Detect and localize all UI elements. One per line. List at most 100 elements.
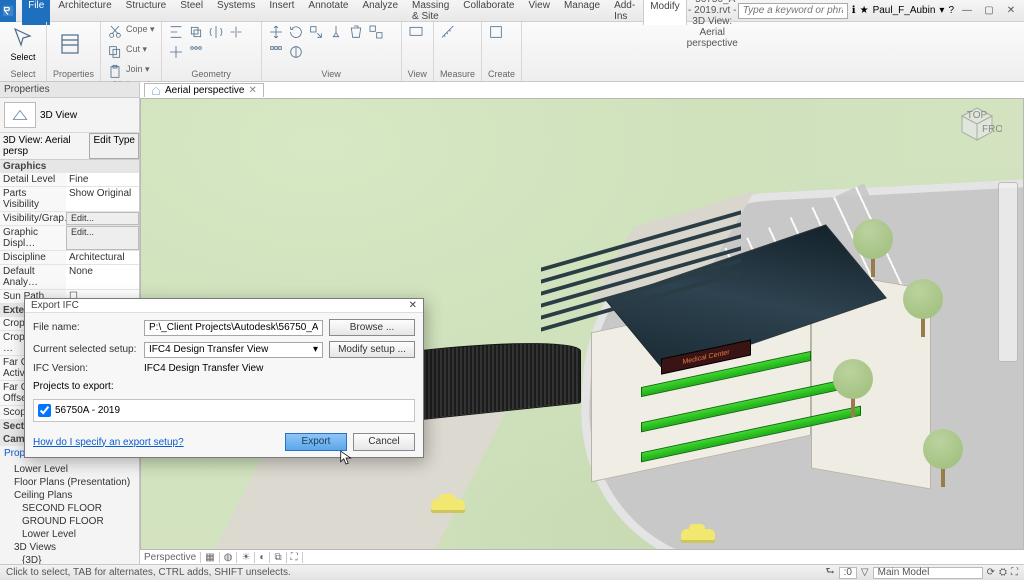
paste-icon[interactable] <box>107 64 123 80</box>
navigation-bar[interactable] <box>998 182 1018 362</box>
view-scale[interactable]: Perspective <box>144 552 201 563</box>
user-dropdown-icon[interactable]: ▾ <box>939 5 944 16</box>
projects-list: 56750A - 2019 <box>33 399 415 422</box>
project-checkbox[interactable] <box>38 404 51 417</box>
view-icon[interactable] <box>408 24 424 40</box>
browser-item[interactable]: Lower Level <box>4 463 135 476</box>
detail-level-icon[interactable]: ▦ <box>205 552 219 563</box>
tab-annotate[interactable]: Annotate <box>302 0 354 25</box>
title-bar: File Architecture Structure Steel System… <box>0 0 1024 22</box>
tab-massing-site[interactable]: Massing & Site <box>406 0 455 25</box>
shadows-icon[interactable]: ◐ <box>259 552 270 563</box>
tab-view[interactable]: View <box>522 0 556 25</box>
tab-steel[interactable]: Steel <box>174 0 209 25</box>
close-button[interactable]: ✕ <box>1002 3 1020 19</box>
filename-input[interactable] <box>144 320 323 336</box>
project-item[interactable]: 56750A - 2019 <box>38 404 410 417</box>
prop-edit-button[interactable]: Edit... <box>66 226 139 250</box>
type-name[interactable]: 3D View <box>40 110 77 121</box>
offset-icon[interactable] <box>188 24 204 40</box>
prop-key: Discipline <box>0 251 66 264</box>
pin-icon[interactable] <box>328 24 344 40</box>
prop-edit-button[interactable]: Edit... <box>66 212 139 225</box>
modify-setup-button[interactable]: Modify setup ... <box>329 341 415 358</box>
tab-structure[interactable]: Structure <box>120 0 173 25</box>
cut-icon[interactable] <box>107 24 123 40</box>
browser-item[interactable]: Ceiling Plans <box>4 489 135 502</box>
prop-value[interactable]: Show Original <box>66 187 139 211</box>
sb-icon[interactable]: ⛶ <box>1011 567 1018 578</box>
filter-icon[interactable]: ▽ <box>861 567 869 578</box>
prop-value[interactable]: Fine <box>66 173 139 186</box>
visual-style-icon[interactable]: ◍ <box>224 552 238 563</box>
signin-star-icon[interactable]: ★ <box>860 5 869 16</box>
status-bar: Click to select, TAB for alternates, CTR… <box>0 564 1024 580</box>
split-icon[interactable] <box>228 24 244 40</box>
type-preview-icon <box>4 102 36 128</box>
search-input[interactable] <box>738 3 848 19</box>
tab-modify[interactable]: Modify <box>643 0 686 25</box>
browser-item[interactable]: SECOND FLOOR <box>4 502 135 515</box>
browser-item[interactable]: 3D Views <box>4 541 135 554</box>
tab-manage[interactable]: Manage <box>558 0 606 25</box>
project-browser[interactable]: Lower Level Floor Plans (Presentation) C… <box>0 461 139 564</box>
browser-item[interactable]: Lower Level <box>4 528 135 541</box>
tab-insert[interactable]: Insert <box>263 0 300 25</box>
browse-button[interactable]: Browse ... <box>329 319 415 336</box>
tab-addins[interactable]: Add-Ins <box>608 0 641 25</box>
edit-type-button[interactable]: Edit Type <box>89 133 139 159</box>
crop-icon[interactable]: ⧉ <box>274 552 286 563</box>
tab-file[interactable]: File <box>22 0 50 25</box>
rotate-icon[interactable] <box>288 24 304 40</box>
sb-icon[interactable]: ⛭ <box>999 567 1007 578</box>
sb-icon[interactable]: ⟳ <box>987 567 995 578</box>
align-icon[interactable] <box>168 24 184 40</box>
close-view-icon[interactable]: ✕ <box>248 85 256 96</box>
group-icon[interactable] <box>368 24 384 40</box>
array2-icon[interactable] <box>268 44 284 60</box>
viewcube[interactable]: TOPFRONT <box>952 98 1002 148</box>
prop-value[interactable]: Architectural <box>66 251 139 264</box>
browser-item[interactable]: GROUND FLOOR <box>4 515 135 528</box>
ribbon-group-measure: Measure <box>440 69 475 79</box>
select-tool[interactable]: Select <box>6 24 40 64</box>
tab-systems[interactable]: Systems <box>211 0 261 25</box>
properties-button[interactable] <box>53 24 87 64</box>
view-tab[interactable]: Aerial perspective ✕ <box>144 83 264 97</box>
maximize-button[interactable]: ▢ <box>980 3 998 19</box>
projects-label: Projects to export: <box>33 381 415 392</box>
copy-icon[interactable] <box>107 44 123 60</box>
sunpath-icon[interactable]: ☀ <box>241 552 255 563</box>
help-link[interactable]: How do I specify an export setup? <box>33 437 184 448</box>
user-label[interactable]: Paul_F_Aubin <box>873 5 936 16</box>
move-icon[interactable] <box>268 24 284 40</box>
version-value: IFC4 Design Transfer View <box>144 363 263 374</box>
scale-icon[interactable] <box>308 24 324 40</box>
create-icon[interactable] <box>488 24 504 40</box>
array-icon[interactable] <box>188 44 204 60</box>
browser-item[interactable]: Floor Plans (Presentation) <box>4 476 135 489</box>
ribbon-group-modify: View <box>268 69 395 79</box>
unpin-icon[interactable] <box>288 44 304 60</box>
export-button[interactable]: Export <box>285 433 347 451</box>
prop-value[interactable]: None <box>66 265 139 289</box>
tab-collaborate[interactable]: Collaborate <box>457 0 520 25</box>
help-icon[interactable]: ? <box>948 5 954 16</box>
delete-icon[interactable] <box>348 24 364 40</box>
tab-architecture[interactable]: Architecture <box>52 0 117 25</box>
mirror-icon[interactable] <box>208 24 224 40</box>
browser-item[interactable]: {3D} <box>4 554 135 564</box>
minimize-button[interactable]: — <box>958 3 976 19</box>
selection-icon[interactable]: ⮑ <box>826 564 835 581</box>
workset-field[interactable]: Main Model <box>873 567 983 579</box>
setup-combo[interactable]: IFC4 Design Transfer View▾ <box>144 342 323 358</box>
infocenter-icon[interactable]: ℹ <box>852 5 856 16</box>
cancel-button[interactable]: Cancel <box>353 433 415 451</box>
dialog-close-icon[interactable]: ✕ <box>409 300 417 311</box>
trim-icon[interactable] <box>168 44 184 60</box>
view-control-bar[interactable]: Perspective ▦ ◍ ☀ ◐ ⧉ ⛶ <box>140 550 307 564</box>
app-menu-button[interactable] <box>0 0 16 22</box>
measure-icon[interactable] <box>440 24 456 40</box>
render-icon[interactable]: ⛶ <box>291 552 303 563</box>
tab-analyze[interactable]: Analyze <box>356 0 404 25</box>
